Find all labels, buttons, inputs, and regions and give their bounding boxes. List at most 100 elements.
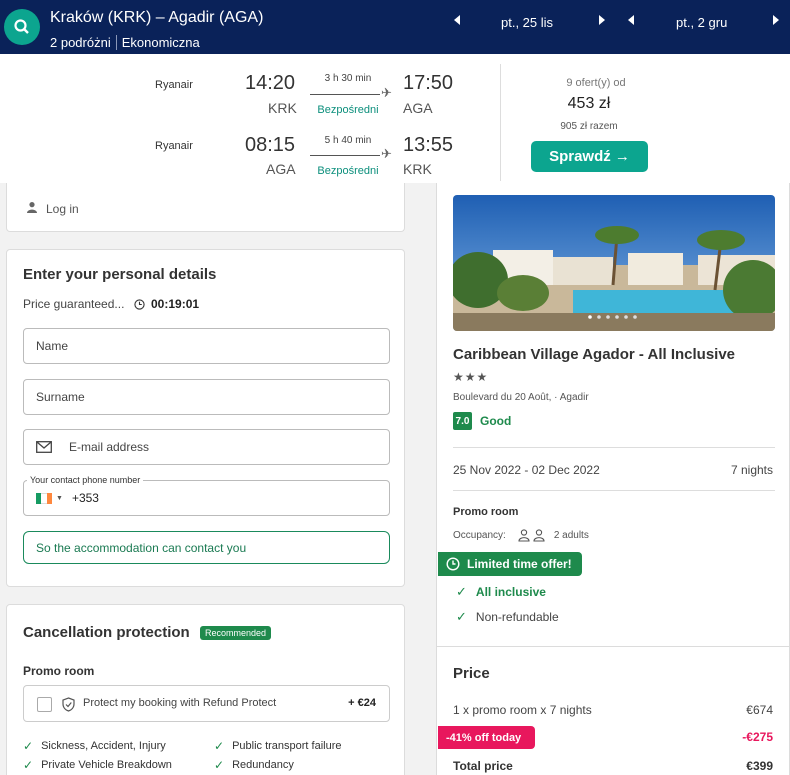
depart-date[interactable]: pt., 25 lis: [501, 13, 553, 31]
feature-item: ✓ Redundancy: [214, 758, 294, 772]
check-button[interactable]: Sprawdź →: [531, 141, 648, 172]
review-score-badge: 7.0: [453, 412, 472, 430]
flight-line: [310, 155, 380, 156]
limited-offer-badge: Limited time offer!: [438, 552, 582, 576]
flight-type: Bezpośredni: [317, 165, 379, 177]
clock-icon: [134, 298, 145, 310]
stay-nights: 7 nights: [730, 463, 773, 477]
flight-summary[interactable]: Ryanair 14:20 KRK 3 h 30 min ✈ Bezpośred…: [0, 54, 790, 183]
people-icon: [518, 529, 545, 542]
divider: [453, 490, 775, 491]
chevron-down-icon[interactable]: ▼: [56, 495, 63, 502]
shield-icon: [62, 697, 75, 712]
arrival-airport: AGA: [403, 100, 433, 116]
check-icon: ✓: [214, 758, 225, 772]
discount-badge: -41% off today: [438, 726, 535, 749]
divider: [453, 447, 775, 448]
flight-line: [310, 94, 380, 95]
hotel-name[interactable]: Caribbean Village Agador - All Inclusive: [453, 346, 735, 363]
check-icon: ✓: [456, 584, 467, 599]
airline-name: Ryanair: [155, 140, 193, 152]
countdown-timer: 00:19:01: [134, 297, 199, 311]
limited-offer-text: Limited time offer!: [467, 557, 572, 571]
flight-duration: 3 h 30 min: [324, 73, 372, 84]
discount-value: -€275: [742, 730, 773, 744]
departure-airport: KRK: [268, 100, 297, 116]
plane-icon: ✈: [381, 146, 392, 161]
flight-total: 905 zł razem: [560, 121, 618, 132]
refund-text: Protect my booking with Refund Protect: [83, 697, 277, 709]
email-placeholder: E-mail address: [69, 440, 150, 454]
inclusion-item: ✓ Non-refundable: [456, 609, 559, 624]
email-input[interactable]: E-mail address: [23, 429, 390, 465]
flight-price: 453 zł: [567, 95, 611, 112]
personal-details-card: Enter your personal details Price guaran…: [6, 249, 405, 587]
plane-icon: ✈: [381, 85, 392, 100]
total-price-label: Total price: [453, 759, 513, 773]
room-label: Promo room: [23, 664, 95, 678]
phone-input[interactable]: ▼ +353: [23, 480, 390, 516]
hotel-image: [453, 195, 775, 331]
arrival-airport: KRK: [403, 161, 432, 177]
arrival-time: 13:55: [403, 134, 454, 156]
search-icon: [14, 19, 29, 34]
check-icon: ✓: [214, 739, 225, 753]
review-score-label: Good: [480, 414, 512, 428]
flight-duration: 5 h 40 min: [324, 135, 372, 146]
check-icon: ✓: [23, 739, 34, 753]
arrival-time: 17:50: [403, 72, 454, 94]
return-next-icon[interactable]: [773, 15, 779, 25]
refund-price: + €24: [348, 697, 376, 709]
clock-icon: [446, 557, 460, 571]
feature-item: ✓ Sickness, Accident, Injury: [23, 739, 166, 753]
cancellation-card: Cancellation protection Recommended Prom…: [6, 604, 405, 775]
search-button[interactable]: [4, 9, 40, 45]
price-line-label: 1 x promo room x 7 nights: [453, 703, 592, 717]
feature-item: ✓ Private Vehicle Breakdown: [23, 758, 172, 772]
departure-time: 08:15: [245, 134, 296, 156]
section-title: Enter your personal details: [23, 266, 217, 283]
surname-input[interactable]: Surname: [23, 379, 390, 415]
hotel-card: Caribbean Village Agador - All Inclusive…: [436, 183, 790, 646]
route-title[interactable]: Kraków (KRK) – Agadir (AGA): [50, 9, 263, 27]
divider: [500, 64, 501, 181]
stay-dates: 25 Nov 2022 - 02 Dec 2022: [453, 463, 600, 477]
price-guarantee-text: Price guaranteed...: [23, 297, 125, 311]
star-rating-icon: ★★★: [453, 370, 489, 384]
login-link[interactable]: Log in: [46, 202, 79, 216]
contact-note: So the accommodation can contact you: [23, 531, 390, 564]
return-prev-icon[interactable]: [628, 15, 634, 25]
depart-next-icon[interactable]: [599, 15, 605, 25]
country-flag-icon[interactable]: [36, 492, 52, 504]
hotel-photo[interactable]: [453, 195, 775, 331]
refund-checkbox[interactable]: [37, 697, 52, 712]
price-card: Price 1 x promo room x 7 nights €674 -41…: [436, 646, 790, 775]
hotel-address: Boulevard du 20 Août, · Agadir: [453, 392, 589, 403]
recommended-badge: Recommended: [200, 626, 272, 640]
occupancy: Occupancy: 2 adults: [453, 529, 589, 542]
phone-label: Your contact phone number: [27, 475, 144, 485]
divider: [115, 35, 117, 50]
occupancy-label: Occupancy:: [453, 530, 506, 541]
return-date[interactable]: pt., 2 gru: [676, 13, 727, 31]
flight-type: Bezpośredni: [317, 104, 379, 116]
user-icon: [27, 202, 37, 213]
offers-count: 9 ofert(y) od: [566, 77, 626, 89]
depart-prev-icon[interactable]: [454, 15, 460, 25]
top-bar: Kraków (KRK) – Agadir (AGA) 2 podróżni E…: [0, 0, 790, 54]
occupancy-value: 2 adults: [553, 530, 589, 541]
section-title: Price: [453, 665, 490, 682]
price-line-value: €674: [746, 703, 773, 717]
refund-protect-option[interactable]: Protect my booking with Refund Protect +…: [23, 685, 390, 722]
name-input[interactable]: Name: [23, 328, 390, 364]
login-card: Log in: [6, 183, 405, 232]
departure-airport: AGA: [266, 161, 296, 177]
check-icon: ✓: [456, 609, 467, 624]
mail-icon: [36, 441, 52, 453]
travellers-count: 2 podróżni: [50, 35, 111, 50]
cabin-class: Ekonomiczna: [121, 35, 200, 50]
search-summary[interactable]: 2 podróżni Ekonomiczna: [50, 35, 200, 50]
total-price-value: €399: [746, 759, 773, 773]
section-title: Cancellation protection: [23, 624, 190, 641]
inclusion-item: ✓ All inclusive: [456, 584, 546, 599]
